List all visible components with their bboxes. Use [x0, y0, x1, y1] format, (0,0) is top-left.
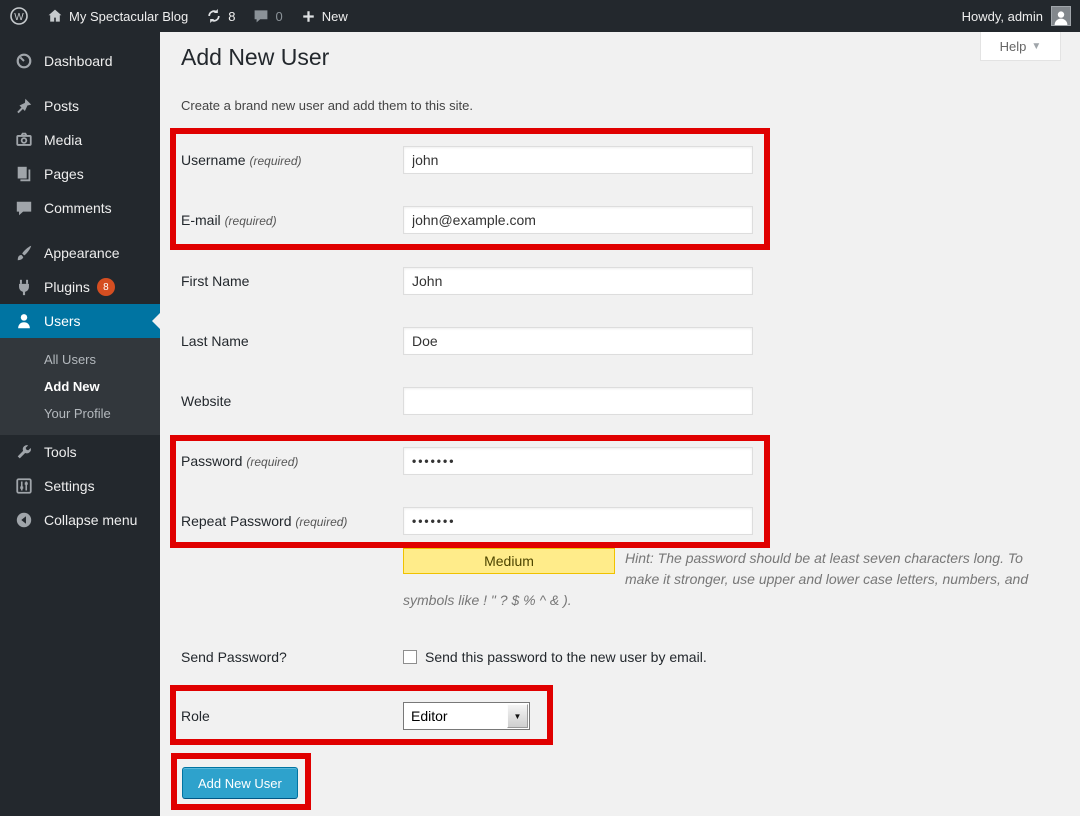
sliders-icon	[14, 476, 34, 496]
sidebar-item-pages[interactable]: Pages	[0, 157, 160, 191]
plug-icon	[14, 277, 34, 297]
svg-text:W: W	[14, 12, 24, 23]
user-icon	[14, 311, 34, 331]
website-input[interactable]	[403, 387, 753, 415]
role-selected-value: Editor	[404, 708, 507, 724]
comment-count: 0	[275, 9, 282, 24]
sidebar-item-appearance[interactable]: Appearance	[0, 236, 160, 270]
sidebar-item-label: Posts	[44, 98, 79, 114]
sidebar-item-posts[interactable]: Posts	[0, 89, 160, 123]
add-new-user-button[interactable]: Add New User	[182, 767, 298, 799]
sidebar-item-tools[interactable]: Tools	[0, 435, 160, 469]
dashboard-icon	[14, 51, 34, 71]
wordpress-logo-icon: W	[9, 6, 29, 26]
sidebar-item-users[interactable]: Users	[0, 304, 160, 338]
required-note: (required)	[295, 515, 347, 529]
site-name-menu[interactable]: My Spectacular Blog	[38, 0, 197, 32]
required-note: (required)	[249, 154, 301, 168]
select-dropdown-arrow-icon: ▼	[507, 704, 528, 728]
pages-icon	[14, 164, 34, 184]
wrench-icon	[14, 442, 34, 462]
password-label: Password (required)	[181, 447, 399, 475]
plugins-update-badge: 8	[97, 278, 115, 296]
sidebar-item-label: Comments	[44, 200, 112, 216]
users-submenu: All Users Add New Your Profile	[0, 338, 160, 435]
send-password-label: Send Password?	[181, 643, 399, 671]
wordpress-logo-menu[interactable]: W	[0, 0, 38, 32]
page-description: Create a brand new user and add them to …	[181, 98, 473, 113]
repeat-password-input[interactable]	[403, 507, 753, 535]
updates-icon	[206, 8, 222, 24]
sidebar-item-media[interactable]: Media	[0, 123, 160, 157]
password-strength-area: Medium Hint: The password should be at l…	[403, 548, 1035, 611]
submenu-item-your-profile[interactable]: Your Profile	[0, 400, 160, 427]
update-count: 8	[228, 9, 235, 24]
menu-gap	[0, 78, 160, 89]
sidebar-item-label: Settings	[44, 478, 95, 494]
sidebar-item-dashboard[interactable]: Dashboard	[0, 44, 160, 78]
camera-icon	[14, 130, 34, 150]
password-strength-meter: Medium	[403, 548, 615, 574]
first-name-input[interactable]	[403, 267, 753, 295]
sidebar-item-label: Users	[44, 313, 81, 329]
send-password-checkbox[interactable]	[403, 650, 417, 664]
username-input[interactable]	[403, 146, 753, 174]
sidebar-item-label: Dashboard	[44, 53, 113, 69]
role-label: Role	[181, 702, 399, 730]
comments-menu[interactable]: 0	[244, 0, 291, 32]
pushpin-icon	[14, 96, 34, 116]
my-account-menu[interactable]: Howdy, admin	[953, 0, 1080, 32]
plus-icon	[301, 9, 316, 24]
site-name: My Spectacular Blog	[69, 9, 188, 24]
sidebar-item-label: Tools	[44, 444, 77, 460]
sidebar-item-label: Appearance	[44, 245, 120, 261]
updates-menu[interactable]: 8	[197, 0, 244, 32]
menu-gap	[0, 225, 160, 236]
brush-icon	[14, 243, 34, 263]
new-content-menu[interactable]: New	[292, 0, 357, 32]
required-note: (required)	[246, 455, 298, 469]
role-select[interactable]: Editor ▼	[403, 702, 530, 730]
send-password-checkbox-label: Send this password to the new user by em…	[425, 643, 707, 671]
submenu-item-all-users[interactable]: All Users	[0, 346, 160, 373]
comment-bubble-icon	[14, 198, 34, 218]
email-input[interactable]	[403, 206, 753, 234]
required-note: (required)	[225, 214, 277, 228]
website-label: Website	[181, 387, 399, 415]
avatar-person-icon	[1053, 9, 1069, 25]
sidebar-item-label: Media	[44, 132, 82, 148]
password-input[interactable]	[403, 447, 753, 475]
avatar	[1051, 6, 1071, 26]
comment-bubble-icon	[253, 8, 269, 24]
sidebar-item-settings[interactable]: Settings	[0, 469, 160, 503]
first-name-label: First Name	[181, 267, 399, 295]
sidebar-item-label: Pages	[44, 166, 84, 182]
sidebar-item-label: Plugins	[44, 279, 90, 295]
last-name-label: Last Name	[181, 327, 399, 355]
howdy-text: Howdy, admin	[962, 9, 1043, 24]
sidebar-item-comments[interactable]: Comments	[0, 191, 160, 225]
sidebar-item-label: Collapse menu	[44, 512, 137, 528]
repeat-password-label: Repeat Password (required)	[181, 507, 399, 535]
sidebar-item-collapse-menu[interactable]: Collapse menu	[0, 503, 160, 537]
collapse-arrow-icon	[14, 510, 34, 530]
admin-sidebar: Dashboard Posts Media Pages Comments App…	[0, 32, 160, 816]
admin-bar: W My Spectacular Blog 8 0 New Howdy, adm…	[0, 0, 1080, 32]
email-label: E-mail (required)	[181, 206, 399, 234]
menu-gap	[0, 32, 160, 44]
main-content: Add New User Create a brand new user and…	[160, 32, 1080, 816]
sidebar-item-plugins[interactable]: Plugins 8	[0, 270, 160, 304]
last-name-input[interactable]	[403, 327, 753, 355]
page-title: Add New User	[181, 44, 329, 71]
submenu-item-add-new[interactable]: Add New	[0, 373, 160, 400]
new-label: New	[322, 9, 348, 24]
username-label: Username (required)	[181, 146, 399, 174]
home-icon	[47, 8, 63, 24]
